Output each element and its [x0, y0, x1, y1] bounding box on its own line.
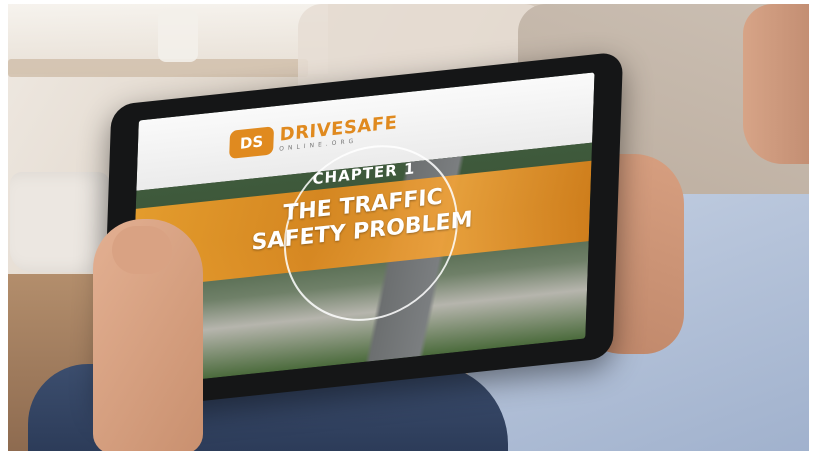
photo: DS DRIVESAFE ONLINE.ORG CHAPTER 1 THE TR…: [8, 4, 809, 451]
person-head: [743, 4, 809, 164]
background-vase: [158, 10, 198, 62]
background-shelf: [8, 59, 308, 77]
logo-mark-icon: DS: [229, 126, 275, 159]
left-thumb: [112, 226, 172, 274]
